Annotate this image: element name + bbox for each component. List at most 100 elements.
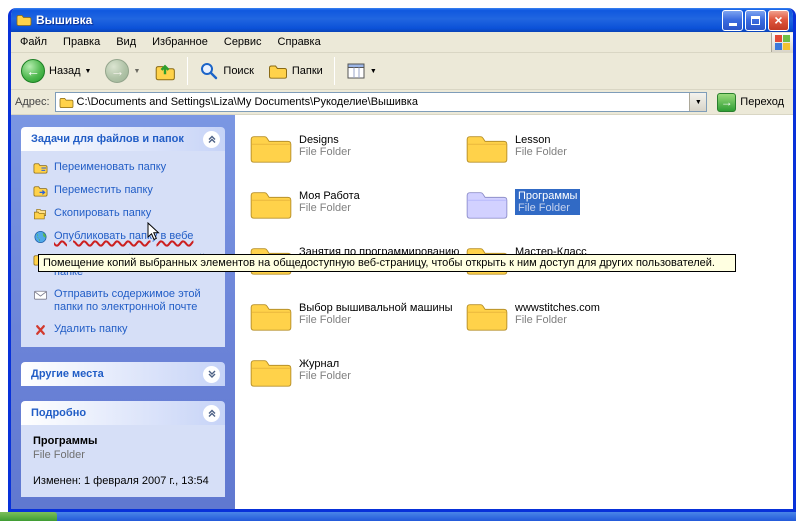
folders-label: Папки xyxy=(292,65,323,77)
back-label: Назад xyxy=(49,65,81,77)
views-button[interactable]: ▼ xyxy=(340,57,383,85)
menu-view[interactable]: Вид xyxy=(108,33,144,51)
publish-web-globe-icon xyxy=(33,230,48,244)
folder-icon xyxy=(465,299,509,333)
address-label: Адрес: xyxy=(15,96,50,108)
collapse-button[interactable] xyxy=(203,131,220,148)
folder-icon xyxy=(465,187,509,221)
mouse-cursor-icon xyxy=(147,222,160,241)
tasks-panel-title: Задачи для файлов и папок xyxy=(31,133,184,145)
file-item-designs[interactable]: DesignsFile Folder xyxy=(249,131,465,187)
rename-folder-icon xyxy=(33,161,48,175)
close-icon: × xyxy=(774,12,782,28)
file-item-lesson[interactable]: LessonFile Folder xyxy=(465,131,681,187)
minimize-button[interactable] xyxy=(722,10,743,31)
details-panel: Подробно Программы File Folder Изменен: … xyxy=(21,401,225,497)
details-modified: Изменен: 1 февраля 2007 г., 13:54 xyxy=(33,475,219,487)
file-type: File Folder xyxy=(299,146,351,158)
menu-edit[interactable]: Правка xyxy=(55,33,108,51)
task-publish-folder-to-web[interactable]: Опубликовать папку в вебе xyxy=(33,230,219,244)
tasks-panel-header[interactable]: Задачи для файлов и папок xyxy=(21,127,225,151)
folder-icon xyxy=(249,355,293,389)
file-item-zhurnal[interactable]: ЖурналFile Folder xyxy=(249,355,465,411)
move-folder-icon xyxy=(33,184,48,198)
file-name: Lesson xyxy=(515,134,567,146)
tasks-panel-body: Переименовать папку Переместить папку Ск… xyxy=(21,151,225,347)
other-places-header[interactable]: Другие места xyxy=(21,362,225,386)
file-name: Выбор вышивальной машины xyxy=(299,302,453,314)
views-icon xyxy=(346,61,366,81)
delete-icon xyxy=(33,323,48,337)
up-button[interactable] xyxy=(148,56,182,86)
explorer-window: Вышивка × Файл Правка Вид Избранное Серв… xyxy=(8,8,796,512)
address-folder-icon xyxy=(59,96,74,109)
file-type: File Folder xyxy=(299,370,351,382)
folder-icon xyxy=(249,131,293,165)
file-name: wwwstitches.com xyxy=(515,302,600,314)
tooltip: Помещение копий выбранных элементов на о… xyxy=(38,254,736,272)
chevron-up-icon xyxy=(207,408,217,418)
other-places-panel: Другие места xyxy=(21,362,225,386)
file-type: File Folder xyxy=(299,314,453,326)
address-combo[interactable]: ▼ xyxy=(55,92,708,112)
file-item-programmy-selected[interactable]: ПрограммыFile Folder xyxy=(465,187,681,243)
task-pane: Задачи для файлов и папок Переименовать … xyxy=(11,115,235,509)
email-icon xyxy=(33,288,48,302)
menu-file[interactable]: Файл xyxy=(12,33,55,51)
menu-tools[interactable]: Сервис xyxy=(216,33,270,51)
toolbar-separator xyxy=(187,57,188,85)
expand-button[interactable] xyxy=(203,366,220,383)
menu-bar: Файл Правка Вид Избранное Сервис Справка xyxy=(11,32,793,53)
close-button[interactable]: × xyxy=(768,10,789,31)
views-dropdown-icon[interactable]: ▼ xyxy=(370,68,377,75)
go-button[interactable]: → Переход xyxy=(712,93,789,112)
task-delete-folder[interactable]: Удалить папку xyxy=(33,323,219,337)
task-move-folder[interactable]: Переместить папку xyxy=(33,184,219,198)
file-type: File Folder xyxy=(515,314,600,326)
file-list: DesignsFile Folder LessonFile Folder Моя… xyxy=(235,115,793,509)
task-copy-folder[interactable]: Скопировать папку xyxy=(33,207,219,221)
forward-button[interactable]: → ▼ xyxy=(99,55,146,87)
file-item-vybor-mashiny[interactable]: Выбор вышивальной машиныFile Folder xyxy=(249,299,465,355)
menu-help[interactable]: Справка xyxy=(270,33,329,51)
details-panel-header[interactable]: Подробно xyxy=(21,401,225,425)
details-panel-title: Подробно xyxy=(31,407,86,419)
folder-icon xyxy=(249,299,293,333)
chevron-up-icon xyxy=(207,134,217,144)
file-name: Моя Работа xyxy=(299,190,360,202)
details-panel-body: Программы File Folder Изменен: 1 февраля… xyxy=(21,425,225,497)
search-button[interactable]: Поиск xyxy=(193,57,259,85)
file-item-wwwstitches[interactable]: wwwstitches.comFile Folder xyxy=(465,299,681,355)
file-type: File Folder xyxy=(518,202,577,214)
forward-dropdown-icon: ▼ xyxy=(133,68,140,75)
task-email-folder[interactable]: Отправить содержимое этой папки по элект… xyxy=(33,288,219,314)
folders-button[interactable]: Папки xyxy=(262,59,329,84)
title-bar[interactable]: Вышивка × xyxy=(11,8,793,32)
start-button[interactable] xyxy=(0,512,57,521)
menu-favorites[interactable]: Избранное xyxy=(144,33,216,51)
file-item-moya-rabota[interactable]: Моя РаботаFile Folder xyxy=(249,187,465,243)
taskbar[interactable] xyxy=(0,512,796,521)
back-button[interactable]: ← Назад ▼ xyxy=(15,55,97,87)
windows-logo xyxy=(771,33,793,52)
collapse-button[interactable] xyxy=(203,405,220,422)
file-name: Designs xyxy=(299,134,351,146)
folders-icon xyxy=(268,63,288,80)
address-dropdown-button[interactable]: ▼ xyxy=(689,93,706,111)
maximize-button[interactable] xyxy=(745,10,766,31)
file-name: Журнал xyxy=(299,358,351,370)
search-icon xyxy=(199,61,219,81)
back-dropdown-icon[interactable]: ▼ xyxy=(85,68,92,75)
minimize-icon xyxy=(729,23,737,26)
toolbar: ← Назад ▼ → ▼ Поиск Папки xyxy=(11,53,793,90)
task-rename-folder[interactable]: Переименовать папку xyxy=(33,161,219,175)
file-name: Программы xyxy=(518,190,577,202)
address-input[interactable] xyxy=(74,96,690,108)
details-name: Программы xyxy=(33,435,219,447)
copy-folder-icon xyxy=(33,207,48,221)
maximize-icon xyxy=(751,16,760,25)
window-title: Вышивка xyxy=(36,13,720,27)
file-type: File Folder xyxy=(299,202,360,214)
address-bar: Адрес: ▼ → Переход xyxy=(11,90,793,115)
toolbar-separator xyxy=(334,57,335,85)
